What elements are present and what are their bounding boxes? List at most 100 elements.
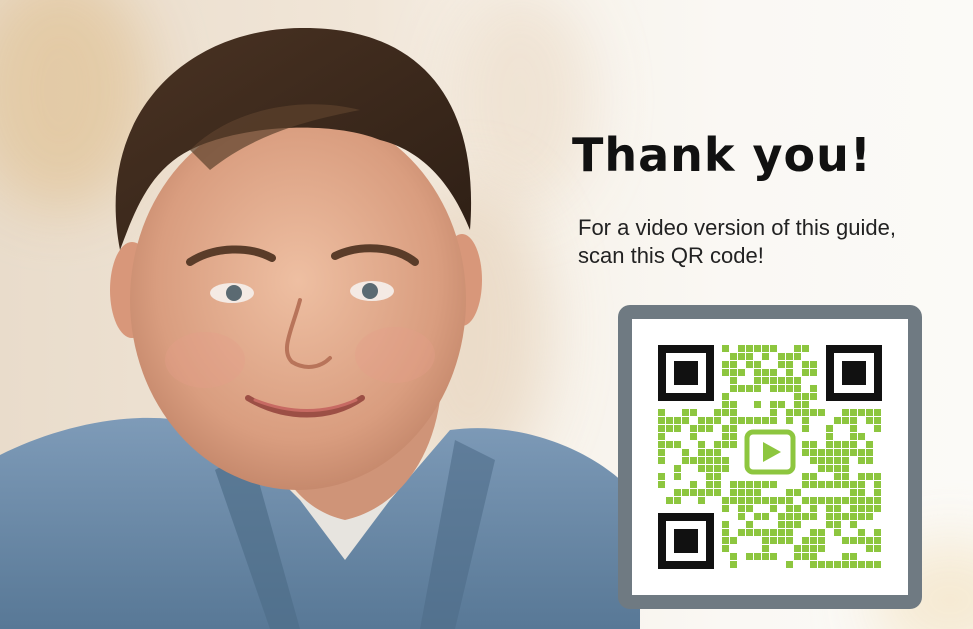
qr-module [802,345,809,352]
qr-module [674,441,681,448]
qr-module [722,537,729,544]
qr-module [834,481,841,488]
qr-module [658,433,665,440]
qr-module [810,529,817,536]
qr-module [794,393,801,400]
qr-module [738,529,745,536]
qr-module [794,385,801,392]
qr-module [706,481,713,488]
qr-module [874,409,881,416]
qr-module [658,417,665,424]
qr-module [698,441,705,448]
qr-module [818,529,825,536]
qr-module [842,441,849,448]
qr-module [834,449,841,456]
qr-module [874,497,881,504]
qr-module [858,505,865,512]
qr-module [714,481,721,488]
qr-module [666,497,673,504]
qr-module [770,481,777,488]
qr-module [818,561,825,568]
qr-module [770,409,777,416]
qr-module [730,401,737,408]
qr-module [858,529,865,536]
qr-module [770,553,777,560]
qr-module [786,361,793,368]
qr-module [850,489,857,496]
qr-module [754,417,761,424]
qr-module [874,489,881,496]
qr-module [858,497,865,504]
qr-module [810,561,817,568]
qr-module [786,513,793,520]
qr-module [722,361,729,368]
qr-code[interactable] [658,345,882,569]
qr-module [810,497,817,504]
qr-module [842,457,849,464]
qr-module [690,433,697,440]
qr-module [738,345,745,352]
qr-module [762,345,769,352]
qr-module [730,433,737,440]
qr-module [762,481,769,488]
qr-module [706,425,713,432]
qr-module [842,449,849,456]
qr-module [874,545,881,552]
qr-module [730,537,737,544]
qr-module [666,417,673,424]
qr-module [794,489,801,496]
qr-module [746,553,753,560]
qr-module [842,513,849,520]
qr-module [802,441,809,448]
qr-module [802,393,809,400]
qr-module [810,553,817,560]
qr-module [746,489,753,496]
qr-module [722,545,729,552]
qr-module [866,441,873,448]
qr-module [810,361,817,368]
qr-module [738,417,745,424]
qr-module [682,417,689,424]
qr-module [826,457,833,464]
qr-module [754,553,761,560]
qr-module [746,521,753,528]
qr-module [858,513,865,520]
qr-module [706,417,713,424]
qr-module [866,537,873,544]
qr-module [690,457,697,464]
qr-module [714,409,721,416]
qr-module [874,529,881,536]
qr-module [770,497,777,504]
qr-module [874,473,881,480]
qr-module [730,481,737,488]
qr-module [706,473,713,480]
qr-module [810,409,817,416]
qr-module [858,473,865,480]
qr-module [714,449,721,456]
qr-module [794,553,801,560]
qr-module [874,561,881,568]
qr-module [738,513,745,520]
qr-module [818,537,825,544]
qr-module [770,537,777,544]
qr-module [698,417,705,424]
qr-module [778,361,785,368]
qr-module [770,401,777,408]
qr-module [794,505,801,512]
qr-module [698,489,705,496]
qr-module [834,505,841,512]
qr-module [810,473,817,480]
qr-module [826,433,833,440]
qr-module [866,449,873,456]
qr-module [826,449,833,456]
qr-module [714,441,721,448]
qr-module [794,545,801,552]
qr-module [802,361,809,368]
qr-module [754,369,761,376]
qr-module [738,497,745,504]
qr-module [754,513,761,520]
qr-module [818,497,825,504]
qr-module [842,473,849,480]
qr-module [658,449,665,456]
qr-module [730,417,737,424]
